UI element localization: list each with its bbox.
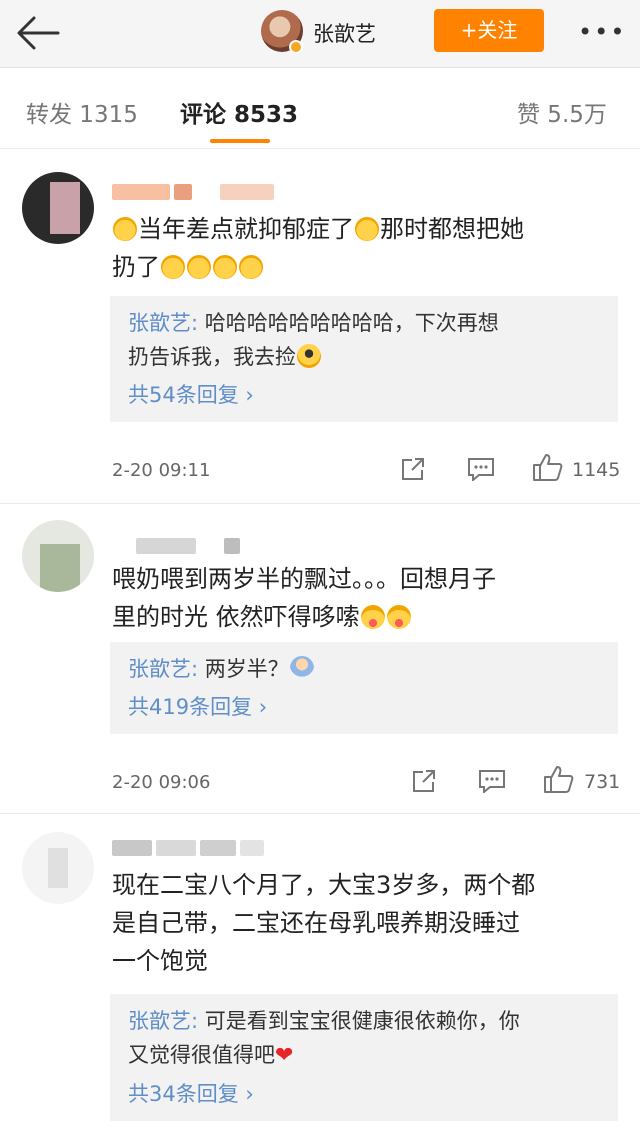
repost-icon[interactable] [411,768,437,794]
crying-emoji-icon [355,217,379,241]
top-bar: 张歆艺 +关注 ••• [0,0,640,68]
active-tab-indicator [210,139,270,143]
crying-emoji-icon [239,255,263,279]
reply-count-link[interactable]: 共419条回复 › [128,690,600,724]
comment-time: 2-20 09:06 [112,772,211,793]
commenter-name-blurred[interactable] [112,840,264,856]
sunglasses-emoji-icon [297,344,321,368]
more-icon[interactable]: ••• [578,20,626,44]
heart-emoji-icon: ❤ [275,1043,294,1068]
like-icon[interactable] [532,452,564,482]
baby-emoji-icon [289,656,314,680]
reply-box[interactable]: 张歆艺: 哈哈哈哈哈哈哈哈哈，下次再想 扔告诉我，我去捡 共54条回复 › [110,296,618,422]
commenter-avatar[interactable] [22,832,94,904]
tab-comments[interactable]: 评论 8533 [180,95,298,129]
commenter-name-blurred[interactable] [112,184,274,200]
reply-text: 张歆艺: 可是看到宝宝很健康很依赖你，你 又觉得很值得吧❤ [128,1009,520,1068]
crying-emoji-icon [113,217,137,241]
tab-reposts[interactable]: 转发 1315 [26,95,138,129]
repost-icon[interactable] [400,456,426,482]
commenter-avatar[interactable] [22,172,94,244]
like-count: 1145 [572,459,621,481]
reply-box[interactable]: 张歆艺: 两岁半？ 共419条回复 › [110,642,618,734]
reply-text: 张歆艺: 哈哈哈哈哈哈哈哈哈，下次再想 扔告诉我，我去捡 [128,311,499,369]
comment-icon[interactable] [467,457,495,481]
verified-badge-icon [289,40,303,54]
tab-likes[interactable]: 赞 5.5万 [517,95,607,129]
tab-bar: 转发 1315 评论 8533 赞 5.5万 [0,69,640,149]
commenter-avatar[interactable] [22,520,94,592]
reply-count-link[interactable]: 共54条回复 › [128,378,600,412]
comment-item: 当年差点就抑郁症了 那时都想把她 扔了 张歆艺: 哈哈哈哈哈哈哈哈哈，下次再想 扔… [0,150,640,502]
reply-count-link[interactable]: 共34条回复 › [128,1077,600,1111]
like-count: 731 [584,771,621,793]
comment-text: 当年差点就抑郁症了 那时都想把她 扔了 [112,215,524,281]
tongue-emoji-icon [360,605,385,629]
crying-emoji-icon [187,255,211,279]
comment-icon[interactable] [478,769,506,793]
reply-text: 张歆艺: 两岁半？ [128,652,600,686]
tongue-emoji-icon [386,605,411,629]
comment-item: 现在二宝八个月了，大宝3岁多，两个都 是自己带，二宝还在母乳喂养期没睡过 一个饱… [0,814,640,1137]
crying-emoji-icon [213,255,237,279]
reply-box[interactable]: 张歆艺: 可是看到宝宝很健康很依赖你，你 又觉得很值得吧❤ 共34条回复 › [110,994,618,1121]
commenter-name-blurred[interactable] [112,538,240,554]
reply-author[interactable]: 张歆艺: [128,1009,205,1033]
comment-time: 2-20 09:11 [112,460,211,481]
reply-author[interactable]: 张歆艺: [128,311,205,335]
follow-button[interactable]: +关注 [434,9,544,52]
author-name[interactable]: 张歆艺 [313,18,376,48]
reply-author[interactable]: 张歆艺: [128,657,205,681]
comment-text: 现在二宝八个月了，大宝3岁多，两个都 是自己带，二宝还在母乳喂养期没睡过 一个饱… [112,871,536,975]
like-icon[interactable] [543,764,575,794]
comment-text: 喂奶喂到两岁半的飘过。。。回想月子 里的时光 依然吓得哆嗦 [112,565,496,631]
crying-emoji-icon [161,255,185,279]
comment-item: 喂奶喂到两岁半的飘过。。。回想月子 里的时光 依然吓得哆嗦 张歆艺: 两岁半？ … [0,504,640,812]
back-arrow-icon[interactable] [14,10,64,56]
